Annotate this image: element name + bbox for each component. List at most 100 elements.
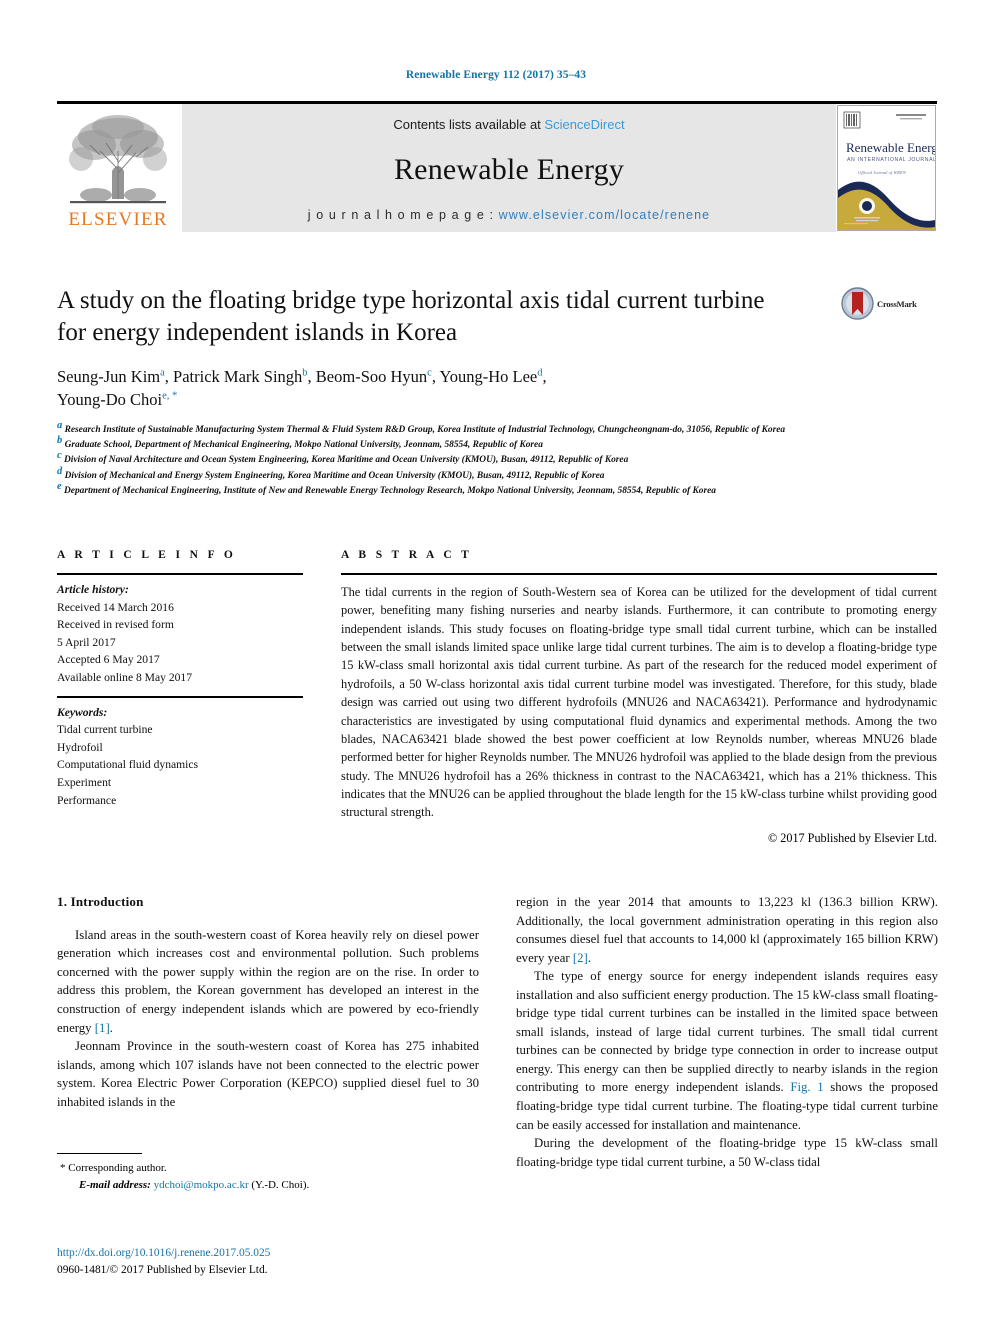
crossmark-label: CrossMark — [877, 298, 917, 309]
email-label: E-mail address: — [79, 1178, 151, 1191]
email-link[interactable]: ydchoi@mokpo.ac.kr — [154, 1179, 249, 1191]
elsevier-logo: ELSEVIER — [57, 104, 179, 232]
author-item: Young-Do Choie, * — [57, 390, 177, 409]
svg-text:AN INTERNATIONAL JOURNAL: AN INTERNATIONAL JOURNAL — [847, 157, 935, 163]
affiliation-item: d Division of Mechanical and Energy Syst… — [57, 466, 937, 484]
author-name: Patrick Mark Singh — [173, 367, 303, 386]
affiliation-text: Department of Mechanical Engineering, In… — [64, 485, 716, 496]
paragraph-text: The type of energy source for energy ind… — [516, 969, 938, 1095]
keyword-item: Hydrofoil — [57, 740, 103, 754]
affiliation-text: Division of Mechanical and Energy System… — [64, 470, 605, 481]
journal-masthead: ELSEVIER Contents lists available at Sci… — [57, 101, 937, 232]
elsevier-tree-icon — [69, 115, 167, 204]
journal-title: Renewable Energy — [393, 153, 625, 186]
author-separator: , — [164, 367, 174, 386]
paragraph-tail: . — [109, 1020, 113, 1035]
history-item: Received 14 March 2016 — [57, 600, 174, 614]
author-name: Young-Do Choi — [57, 390, 163, 410]
doi-block: http://dx.doi.org/10.1016/j.renene.2017.… — [57, 1245, 487, 1279]
article-history-block: Article history: Received 14 March 2016 … — [57, 575, 303, 687]
abstract-copyright: © 2017 Published by Elsevier Ltd. — [767, 830, 937, 845]
paragraph: Island areas in the south-western coast … — [57, 926, 479, 1037]
body-left-column: 1. Introduction Island areas in the sout… — [57, 893, 479, 1171]
author-affiliation-marker[interactable]: e, * — [162, 391, 177, 402]
divider — [57, 1153, 142, 1154]
journal-homepage-link[interactable]: www.elsevier.com/locate/renene — [499, 208, 711, 222]
contents-prefix: Contents lists available at — [393, 117, 545, 132]
author-list: Seung-Jun Kima, Patrick Mark Singhb, Beo… — [57, 365, 857, 412]
affiliation-item: a Research Institute of Sustainable Manu… — [57, 419, 937, 438]
corresponding-author-footnote: * Corresponding author. E-mail address: … — [57, 1153, 479, 1193]
journal-cover-block: Renewable Energy AN INTERNATIONAL JOURNA… — [836, 104, 937, 232]
author-item: Patrick Mark Singhb — [173, 367, 308, 386]
contents-lists-line: Contents lists available at ScienceDirec… — [393, 117, 624, 132]
masthead-center: Contents lists available at ScienceDirec… — [182, 104, 836, 232]
svg-text:Renewable Energy: Renewable Energy — [846, 140, 935, 155]
cover-art: Renewable Energy AN INTERNATIONAL JOURNA… — [838, 106, 935, 230]
affiliation-marker: b — [57, 434, 63, 446]
keyword-item: Performance — [57, 793, 117, 807]
paragraph: During the development of the floating-b… — [516, 1136, 938, 1169]
abstract-text: The tidal currents in the region of Sout… — [341, 585, 937, 820]
elsevier-wordmark: ELSEVIER — [68, 209, 168, 230]
affiliation-text: Research Institute of Sustainable Manufa… — [64, 424, 786, 435]
history-item: 5 April 2017 — [57, 635, 116, 649]
journal-homepage-line: j o u r n a l h o m e p a g e : www.else… — [308, 208, 710, 222]
history-item: Accepted 6 May 2017 — [57, 653, 160, 667]
article-info-heading: A R T I C L E I N F O — [57, 549, 237, 561]
footnote-star: * — [60, 1162, 66, 1174]
history-item: Available online 8 May 2017 — [57, 671, 193, 685]
paragraph: Jeonnam Province in the south-western co… — [57, 1039, 479, 1109]
doi-link[interactable]: http://dx.doi.org/10.1016/j.renene.2017.… — [57, 1245, 487, 1262]
running-head: Renewable Energy 112 (2017) 35–43 — [405, 69, 587, 81]
article-history-label: Article history: — [57, 583, 129, 596]
issn-copyright-line: 0960-1481/© 2017 Published by Elsevier L… — [57, 1264, 268, 1277]
author-name: Beom-Soo Hyun — [315, 367, 428, 386]
affiliation-item: b Graduate School, Department of Mechani… — [57, 434, 937, 453]
abstract-column: A B S T R A C T The tidal currents in th… — [341, 549, 937, 846]
title-section: A study on the floating bridge type hori… — [57, 285, 937, 499]
keyword-item: Experiment — [57, 776, 112, 790]
keywords-label: Keywords: — [57, 705, 108, 719]
footnote-email: E-mail address: ydchoi@mokpo.ac.kr (Y.-D… — [57, 1177, 479, 1194]
affiliation-marker: c — [57, 450, 62, 462]
article-info-column: A R T I C L E I N F O Article history: R… — [57, 549, 303, 846]
body-columns: 1. Introduction Island areas in the sout… — [57, 893, 938, 1171]
figure-link[interactable]: Fig. 1 — [790, 1080, 823, 1094]
info-abstract-row: A R T I C L E I N F O Article history: R… — [57, 549, 937, 846]
body-right-column: region in the year 2014 that amounts to … — [516, 893, 938, 1171]
page-title: A study on the floating bridge type hori… — [57, 287, 765, 346]
sciencedirect-link[interactable]: ScienceDirect — [544, 117, 624, 132]
author-item: Young-Ho Leed — [439, 367, 542, 386]
affiliation-item: e Department of Mechanical Engineering, … — [57, 480, 937, 499]
citation-link[interactable]: [1] — [95, 1021, 110, 1035]
history-item: Received in revised form — [57, 618, 174, 632]
author-item: Seung-Jun Kima — [57, 367, 165, 386]
journal-cover-thumbnail: Renewable Energy AN INTERNATIONAL JOURNA… — [837, 105, 936, 231]
author-name: Young-Ho Lee — [439, 367, 538, 386]
footnote-corresponding-text: Corresponding author. — [68, 1162, 167, 1174]
affiliation-text: Graduate School, Department of Mechanica… — [64, 440, 543, 451]
abstract-heading: A B S T R A C T — [341, 549, 473, 561]
crossmark-icon — [841, 287, 874, 320]
svg-text:Official Journal of WREN: Official Journal of WREN — [858, 170, 907, 175]
homepage-prefix: j o u r n a l h o m e p a g e : — [307, 208, 499, 222]
affiliation-marker: a — [57, 419, 63, 431]
paragraph: region in the year 2014 that amounts to … — [516, 893, 938, 967]
email-owner: (Y.-D. Choi). — [251, 1178, 310, 1191]
author-item: Beom-Soo Hyunc — [316, 367, 432, 386]
article-page: Renewable Energy 112 (2017) 35–43 ELSEVI… — [0, 0, 992, 1323]
affiliation-marker: e — [57, 480, 62, 492]
citation-link[interactable]: [2] — [573, 951, 588, 965]
affiliation-text: Division of Naval Architecture and Ocean… — [64, 455, 629, 466]
author-separator: , — [307, 367, 316, 386]
paragraph: The type of energy source for energy ind… — [516, 967, 938, 1134]
affiliation-list: a Research Institute of Sustainable Manu… — [57, 419, 937, 499]
author-name: Seung-Jun Kim — [57, 367, 161, 386]
keyword-item: Tidal current turbine — [57, 723, 153, 737]
footnote-corresponding: * Corresponding author. — [57, 1160, 479, 1177]
affiliation-item: c Division of Naval Architecture and Oce… — [57, 450, 937, 468]
paragraph-tail: . — [587, 950, 591, 965]
crossmark-badge[interactable]: CrossMark — [841, 287, 937, 320]
keywords-block: Keywords: Tidal current turbine Hydrofoi… — [57, 698, 303, 810]
